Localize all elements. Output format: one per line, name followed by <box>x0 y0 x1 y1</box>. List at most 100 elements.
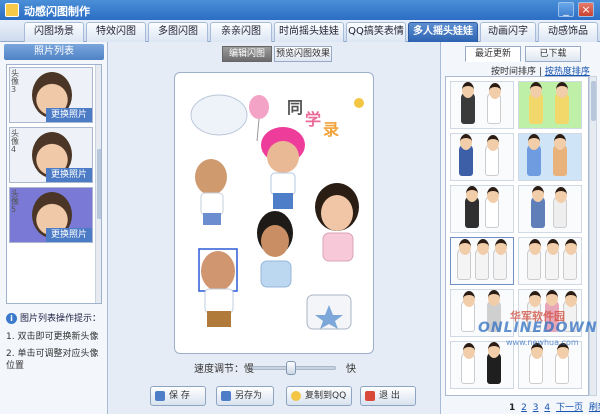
tab-qq-funny[interactable]: QQ搞笑表情 <box>346 22 406 42</box>
template-figure <box>555 343 569 384</box>
replace-photo-button[interactable]: 更换照片 <box>46 168 92 182</box>
template-thumb[interactable] <box>450 133 514 181</box>
template-figure <box>485 187 499 228</box>
template-thumb[interactable] <box>518 133 582 181</box>
template-thumb[interactable] <box>518 81 582 129</box>
app-icon <box>5 3 19 17</box>
template-thumb[interactable] <box>518 237 582 285</box>
template-figure <box>529 82 543 124</box>
tab-edit[interactable]: 编辑闪图 <box>222 46 272 62</box>
template-panel: 最近更新 已下载 按时间排序 | 按热度排序 1 2 3 4 下一页 刷 <box>440 42 600 414</box>
template-figure <box>461 343 475 384</box>
page-2[interactable]: 2 <box>521 403 527 413</box>
minimize-button[interactable]: _ <box>558 2 574 17</box>
tab-preview[interactable]: 预览闪图效果 <box>274 46 332 62</box>
close-button[interactable]: × <box>578 2 594 17</box>
tab-effects[interactable]: 特效闪图 <box>86 22 146 42</box>
save-icon <box>155 391 165 401</box>
template-figure <box>563 239 577 280</box>
template-figure <box>487 83 501 124</box>
watermark-url: www.newhua.com <box>506 338 579 347</box>
template-thumb[interactable] <box>450 81 514 129</box>
page-4[interactable]: 4 <box>544 403 550 413</box>
tab-multi-bobblehead[interactable]: 多人摇头娃娃 <box>408 22 478 42</box>
photo-list-panel: 照片列表 头像3 更换照片 头像4 更换照片 头像5 更换照片 i 图片列表操作… <box>0 42 108 414</box>
qq-icon <box>291 391 301 401</box>
template-figure <box>493 239 507 280</box>
scrollbar-thumb[interactable] <box>97 149 101 219</box>
thumb-number: 头像5 <box>11 189 19 214</box>
window-title: 动感闪图制作 <box>24 5 90 18</box>
svg-text:学: 学 <box>305 110 321 129</box>
main-tabs: 闪图场景 特效闪图 多图闪图 亲亲闪图 时尚摇头娃娃 QQ搞笑表情 多人摇头娃娃… <box>0 20 600 42</box>
template-figure <box>555 82 569 124</box>
template-figure <box>459 134 473 176</box>
watermark-en: ONLINEDOWN <box>478 320 598 336</box>
thumb-number: 头像4 <box>11 129 19 154</box>
save-as-button[interactable]: 另存为 <box>216 386 274 406</box>
speed-slider-knob[interactable] <box>286 361 297 375</box>
pagination: 1 2 3 4 下一页 刷新 <box>509 400 600 413</box>
photo-thumb-selected[interactable]: 头像5 更换照片 <box>9 187 93 243</box>
template-figure <box>457 239 471 280</box>
scrollbar-thumb[interactable] <box>591 81 596 121</box>
replace-photo-button[interactable]: 更换照片 <box>46 228 92 242</box>
svg-text:录: 录 <box>323 120 339 139</box>
template-figure <box>487 342 501 384</box>
photo-thumb[interactable]: 头像3 更换照片 <box>9 67 93 123</box>
tab-animated-text[interactable]: 动画闪字 <box>480 22 536 42</box>
editor-area: 编辑闪图 预览闪图效果 同 学 录 速度调节：慢 快 保 存 另存为 复制到QQ… <box>108 42 440 414</box>
svg-text:同: 同 <box>287 98 303 117</box>
refresh-link[interactable]: 刷新 <box>589 403 600 413</box>
photo-list: 头像3 更换照片 头像4 更换照片 头像5 更换照片 <box>6 64 102 304</box>
tab-kiss[interactable]: 亲亲闪图 <box>210 22 272 42</box>
tips-box: i 图片列表操作提示： 1. 双击即可更换新头像 2. 单击可调整对应头像位置 <box>6 312 104 372</box>
template-figure <box>527 239 541 280</box>
template-grid <box>445 76 589 396</box>
template-figure <box>461 291 475 332</box>
exit-label: 退 出 <box>379 391 400 401</box>
template-figure <box>461 82 475 124</box>
save-as-label: 另存为 <box>235 391 263 401</box>
tip-line: 2. 单击可调整对应头像位置 <box>6 349 99 371</box>
copy-to-qq-button[interactable]: 复制到QQ <box>286 386 352 406</box>
tab-accessories[interactable]: 动感饰品 <box>538 22 598 42</box>
template-scrollbar[interactable] <box>589 76 597 396</box>
template-thumb[interactable] <box>450 237 514 285</box>
tab-downloaded[interactable]: 已下载 <box>525 46 581 62</box>
replace-photo-button[interactable]: 更换照片 <box>46 108 92 122</box>
speed-slow-label: 速度调节：慢 <box>194 364 254 375</box>
tab-recent[interactable]: 最近更新 <box>465 46 521 62</box>
template-figure <box>553 187 567 228</box>
info-icon: i <box>6 313 17 324</box>
tab-multi-image[interactable]: 多图闪图 <box>148 22 208 42</box>
template-figure <box>475 239 489 280</box>
template-figure <box>529 343 543 384</box>
tab-bobblehead[interactable]: 时尚摇头娃娃 <box>274 22 344 42</box>
speed-slider[interactable] <box>252 361 336 375</box>
save-button[interactable]: 保 存 <box>150 386 206 406</box>
photo-list-header: 照片列表 <box>4 44 104 60</box>
sticker-scene: 同 学 录 <box>190 94 364 330</box>
speed-fast-label: 快 <box>346 364 356 375</box>
tip-line: 1. 双击即可更换新头像 <box>6 332 99 342</box>
edit-canvas[interactable]: 同 学 录 <box>174 72 374 354</box>
photo-thumb[interactable]: 头像4 更换照片 <box>9 127 93 183</box>
template-thumb[interactable] <box>450 341 514 389</box>
watermark: 华军软件园 ONLINEDOWN www.newhua.com <box>476 308 597 348</box>
template-figure <box>527 134 541 176</box>
next-page-link[interactable]: 下一页 <box>556 403 583 413</box>
exit-icon <box>365 391 375 401</box>
template-figure <box>485 135 499 176</box>
template-thumb[interactable] <box>450 185 514 233</box>
exit-button[interactable]: 退 出 <box>360 386 416 406</box>
template-figure <box>465 186 479 228</box>
template-thumb[interactable] <box>518 341 582 389</box>
photo-list-scrollbar[interactable] <box>95 65 101 303</box>
page-1[interactable]: 1 <box>509 403 515 413</box>
tab-scene[interactable]: 闪图场景 <box>24 22 84 42</box>
page-3[interactable]: 3 <box>533 403 539 413</box>
tips-header: i 图片列表操作提示： <box>6 312 104 326</box>
template-thumb[interactable] <box>518 185 582 233</box>
save-as-icon <box>221 391 231 401</box>
